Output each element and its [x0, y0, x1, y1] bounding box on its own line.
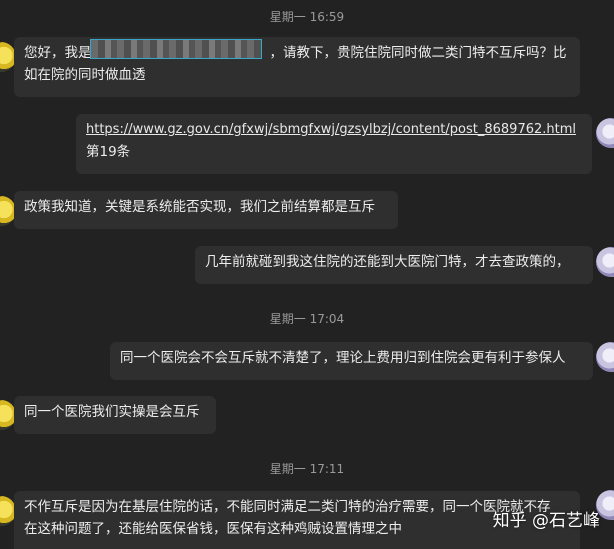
message-text: 在这种问题了，还能给医保省钱，医保有这种鸡贼设置情理之中	[24, 521, 402, 537]
timestamp: 星期一 17:11	[269, 462, 345, 476]
message-text: 政策我知道，关键是系统能否实现，我们之前结算都是互斥	[24, 199, 375, 215]
message-text: 同一个医院我们实操是会互斥	[24, 404, 200, 420]
timestamp: 星期一 17:04	[269, 312, 345, 326]
timestamp: 星期一 16:59	[269, 10, 345, 24]
redacted-name	[90, 39, 262, 59]
message-link[interactable]: https://www.gz.gov.cn/gfxwj/sbmgfxwj/gzs…	[86, 119, 582, 141]
watermark: 知乎 @石艺峰	[492, 511, 600, 531]
message-bubble-right[interactable]: 几年前就碰到我这住院的还能到大医院门特，才去查政策的，	[195, 246, 593, 284]
message-bubble-left[interactable]: 政策我知道，关键是系统能否实现，我们之前结算都是互斥	[14, 191, 398, 229]
my-avatar[interactable]	[596, 118, 614, 148]
message-text: 同一个医院会不会互斥就不清楚了，理论上费用归到住院会更有利于参保人	[120, 350, 566, 366]
message-text: 不作互斥是因为在基层住院的话，不能同时满足二类门特的治疗需要，同一个医院就不存	[24, 499, 551, 515]
message-text: ，请教下，贵院住院同时做二类门特不互斥吗？比	[269, 45, 567, 61]
message-text: 您好，我是	[24, 45, 92, 61]
message-text: 第19条	[86, 144, 131, 160]
message-text: 几年前就碰到我这住院的还能到大医院门特，才去查政策的，	[205, 254, 570, 270]
message-bubble-left[interactable]: 同一个医院我们实操是会互斥	[14, 396, 216, 434]
my-avatar[interactable]	[596, 247, 614, 277]
my-avatar[interactable]	[596, 342, 614, 372]
message-text: 如在院的同时做血透	[24, 67, 146, 83]
message-bubble-right[interactable]: https://www.gz.gov.cn/gfxwj/sbmgfxwj/gzs…	[76, 114, 592, 174]
message-bubble-right[interactable]: 同一个医院会不会互斥就不清楚了，理论上费用归到住院会更有利于参保人	[110, 342, 593, 380]
